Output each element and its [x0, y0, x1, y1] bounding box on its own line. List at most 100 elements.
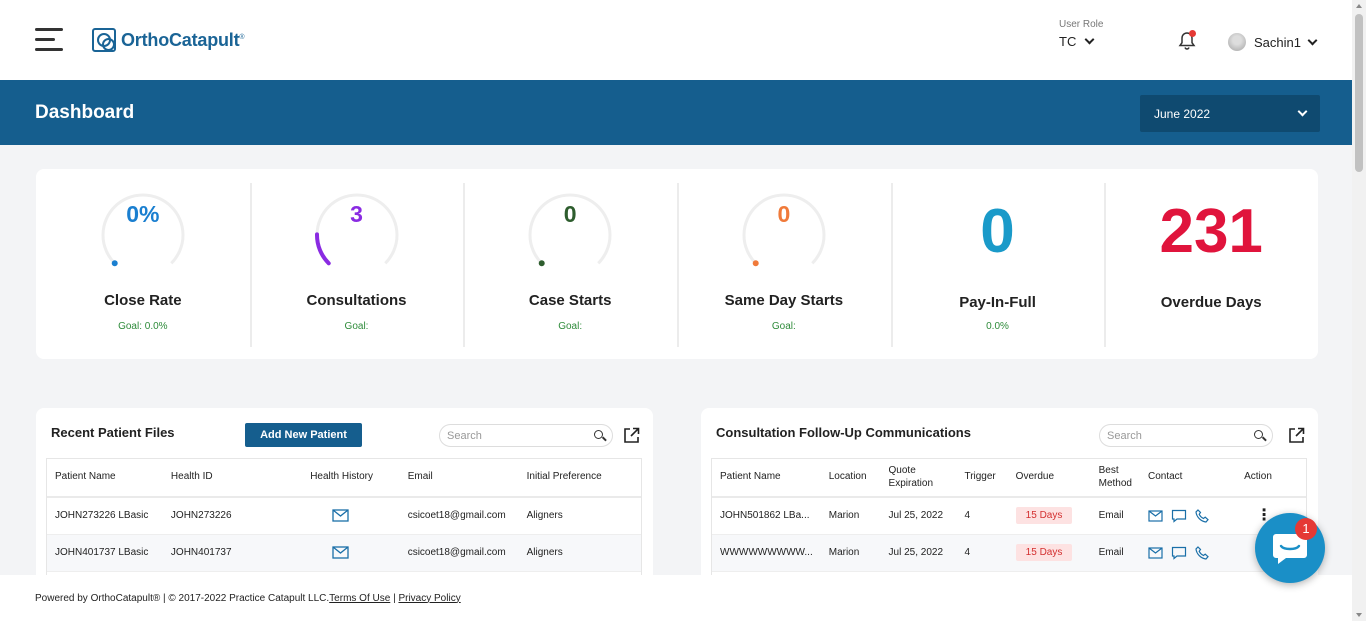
column-header[interactable]: Patient Name	[712, 459, 821, 498]
overdue-badge: 15 Days	[1015, 507, 1073, 525]
gauge-progress-dot	[111, 260, 118, 267]
column-header[interactable]: Health History	[302, 459, 400, 498]
page-title: Dashboard	[35, 102, 135, 123]
quote-expiration: Jul 25, 2022	[880, 534, 957, 572]
table-row[interactable]: JOHN273226 LBasic JOHN273226 csicoet18@g…	[47, 497, 641, 535]
user-role-selector[interactable]: User Role TC	[1059, 19, 1103, 49]
followups-table: Patient Name Location Quote Expiration T…	[711, 458, 1307, 576]
kpi-value: 0	[980, 197, 1015, 266]
top-header: OrthoCatapult® User Role TC Sachin1	[0, 0, 1352, 80]
kpi-name: Close Rate	[104, 292, 182, 309]
column-header[interactable]: Location	[820, 459, 881, 498]
user-role-value: TC	[1059, 34, 1077, 49]
footer-separator: |	[390, 592, 399, 604]
kpi-pay-in-full[interactable]: 0 Pay-In-Full 0.0%	[890, 169, 1105, 359]
search-icon[interactable]	[1254, 430, 1263, 439]
chevron-down-icon	[1307, 35, 1318, 45]
patient-search-input[interactable]	[440, 425, 580, 446]
column-header[interactable]: Overdue	[1007, 459, 1091, 498]
kpi-name: Pay-In-Full	[959, 294, 1036, 311]
trigger: 4	[956, 497, 1008, 535]
followup-search	[1099, 424, 1273, 447]
location: Marion	[820, 497, 881, 535]
terms-of-use-link[interactable]: Terms Of Use	[329, 593, 390, 604]
trigger: 4	[956, 534, 1008, 572]
column-header[interactable]: Email	[399, 459, 519, 498]
mail-icon[interactable]	[1148, 510, 1163, 522]
column-header[interactable]: Quote Expiration	[880, 459, 957, 498]
app-logo[interactable]: OrthoCatapult®	[92, 28, 245, 52]
user-menu[interactable]: Sachin1	[1228, 33, 1318, 51]
scroll-up-arrow-icon[interactable]	[1356, 4, 1362, 8]
kpi-value: 0	[563, 201, 577, 227]
privacy-policy-link[interactable]: Privacy Policy	[398, 593, 460, 604]
column-header[interactable]: Health ID	[162, 459, 303, 498]
kpi-card: 0% Close Rate Goal: 0.0% 3 Consultations…	[36, 169, 1318, 359]
column-header[interactable]: Best Method	[1090, 459, 1140, 498]
scroll-down-arrow-icon[interactable]	[1356, 613, 1362, 617]
column-header[interactable]: Initial Preference	[518, 459, 641, 498]
column-header[interactable]: Patient Name	[47, 459, 163, 498]
chat-icon[interactable]	[1171, 546, 1187, 560]
kpi-goal: Goal:	[771, 321, 796, 332]
patient-name[interactable]: JOHN273226 LBasic	[47, 497, 163, 535]
page-scrollbar[interactable]	[1352, 0, 1366, 621]
avatar	[1228, 33, 1246, 51]
mail-icon[interactable]	[332, 546, 349, 559]
kpi-name: Overdue Days	[1160, 294, 1262, 311]
footer-text: Powered by OrthoCatapult® | © 2017-2022 …	[35, 592, 330, 604]
table-row[interactable]: JOHN401737 LBasic JOHN401737 csicoet18@g…	[47, 534, 641, 572]
table-row[interactable]: WWWWWWWWW... Marion Jul 25, 2022 4 15 Da…	[712, 534, 1306, 572]
gauge-progress-dot	[538, 260, 545, 267]
column-header[interactable]: Contact	[1139, 459, 1237, 498]
kpi-goal: Goal: 0.0%	[118, 321, 168, 332]
open-external-icon[interactable]	[1288, 427, 1305, 444]
user-role-label: User Role	[1059, 19, 1104, 30]
gauge-progress-dot	[752, 260, 759, 267]
notification-bell-icon[interactable]	[1178, 30, 1196, 51]
chat-widget-button[interactable]: 1	[1255, 513, 1325, 583]
mail-icon[interactable]	[1148, 546, 1163, 559]
initial-preference: Aligners	[518, 534, 641, 572]
location: Marion	[820, 534, 881, 572]
phone-icon[interactable]	[1194, 508, 1209, 523]
month-select-value: June 2022	[1154, 106, 1211, 121]
recent-patient-files-panel: Recent Patient Files Add New Patient Pat…	[36, 408, 653, 598]
open-external-icon[interactable]	[623, 427, 640, 444]
best-method: Email	[1090, 497, 1140, 535]
kpi-value: 3	[350, 201, 363, 227]
chat-icon[interactable]	[1171, 509, 1187, 523]
kpi-same-day-starts[interactable]: 0 Same Day Starts Goal:	[677, 169, 891, 359]
health-id: JOHN273226	[162, 497, 303, 535]
mail-icon[interactable]	[332, 509, 349, 522]
kpi-overdue-days[interactable]: 231 Overdue Days	[1104, 169, 1318, 359]
kpi-goal: Goal:	[344, 321, 369, 332]
followup-search-input[interactable]	[1100, 425, 1240, 446]
panel-title: Consultation Follow-Up Communications	[716, 425, 971, 440]
overdue-badge: 15 Days	[1015, 544, 1073, 561]
scrollbar-thumb[interactable]	[1355, 14, 1363, 172]
kpi-consultations[interactable]: 3 Consultations Goal:	[249, 169, 464, 359]
phone-icon[interactable]	[1194, 545, 1209, 560]
column-header[interactable]: Action	[1236, 459, 1306, 498]
followup-communications-panel: Consultation Follow-Up Communications Pa…	[701, 408, 1318, 598]
kpi-case-starts[interactable]: 0 Case Starts Goal:	[463, 169, 677, 359]
patient-name[interactable]: JOHN401737 LBasic	[47, 534, 163, 572]
month-select[interactable]: June 2022	[1140, 95, 1320, 132]
logo-icon	[92, 28, 116, 52]
chevron-down-icon	[1297, 106, 1308, 117]
table-row[interactable]: JOHN501862 LBa... Marion Jul 25, 2022 4 …	[712, 497, 1306, 535]
menu-icon[interactable]	[35, 28, 63, 52]
email: csicoet18@gmail.com	[399, 497, 519, 535]
patient-search	[439, 424, 613, 447]
patient-name[interactable]: JOHN501862 LBa...	[712, 497, 821, 535]
logo-text: OrthoCatapult	[121, 29, 240, 50]
health-id: JOHN401737	[162, 534, 303, 572]
kpi-close-rate[interactable]: 0% Close Rate Goal: 0.0%	[36, 169, 250, 359]
search-icon[interactable]	[594, 430, 603, 439]
kpi-goal: 0.0%	[986, 321, 1009, 332]
patient-name[interactable]: WWWWWWWWW...	[712, 534, 821, 572]
column-header[interactable]: Trigger	[956, 459, 1008, 498]
quote-expiration: Jul 25, 2022	[880, 497, 957, 535]
add-new-patient-button[interactable]: Add New Patient	[245, 423, 362, 447]
